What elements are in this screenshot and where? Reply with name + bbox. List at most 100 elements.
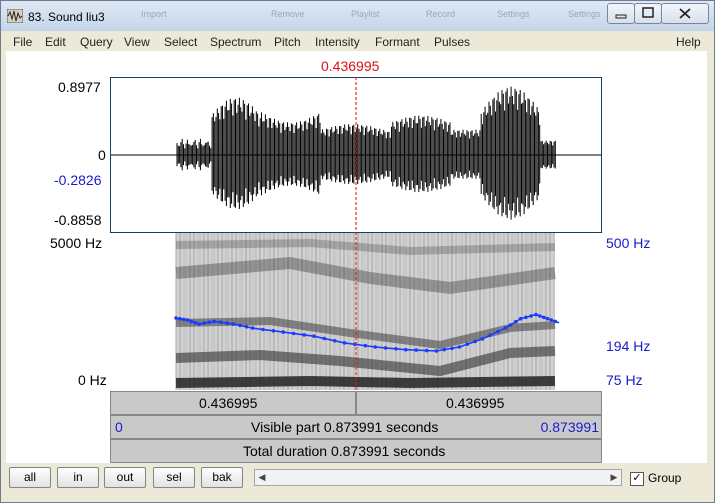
menu-edit[interactable]: Edit	[45, 35, 66, 49]
pitch-point	[185, 318, 190, 322]
menu-pitch[interactable]: Pitch	[274, 35, 301, 49]
pitch-point	[250, 326, 255, 330]
pitch-point	[549, 318, 554, 322]
visible-end: 0.873991	[540, 419, 599, 435]
pitch-point	[488, 333, 493, 337]
maximize-icon	[642, 7, 654, 18]
visible-part-text: Visible part 0.873991 seconds	[251, 419, 439, 435]
menu-intensity[interactable]: Intensity	[315, 35, 360, 49]
menu-file[interactable]: File	[13, 35, 32, 49]
ghost-title-5: Settings	[497, 9, 530, 19]
pitch-point	[291, 331, 296, 336]
pitch-point	[529, 314, 533, 318]
pitch-point	[404, 347, 408, 352]
menu-help[interactable]: Help	[676, 35, 701, 49]
pitch-point	[189, 319, 194, 324]
close-button[interactable]	[661, 3, 709, 24]
scroll-right-icon[interactable]: ▶	[607, 470, 621, 485]
pitch-point	[231, 322, 236, 326]
visible-part-bar[interactable]: 0 Visible part 0.873991 seconds 0.873991	[110, 415, 602, 439]
zoom-back-button[interactable]: bak	[201, 467, 243, 488]
pitch-point	[496, 329, 500, 334]
pitch-point	[424, 348, 429, 353]
pitch-point	[212, 319, 217, 324]
menu-pulses[interactable]: Pulses	[434, 35, 470, 49]
ghost-title-1: Import	[141, 9, 167, 19]
pitch-point	[450, 346, 454, 351]
spectrogram-freq-top-label: 5000 Hz	[50, 235, 103, 251]
maximize-button[interactable]	[634, 3, 662, 24]
waveform-trace	[176, 86, 556, 220]
pitch-point	[197, 322, 201, 326]
pitch-point	[473, 339, 477, 344]
pitch-point	[503, 326, 508, 330]
pitch-point	[271, 329, 276, 333]
pitch-point	[480, 337, 485, 341]
pitch-point	[514, 319, 518, 324]
visible-start: 0	[115, 419, 123, 435]
group-checkbox[interactable]: ✓	[630, 472, 644, 486]
pitch-value-label: 194 Hz	[606, 338, 651, 354]
zoom-sel-button[interactable]: sel	[153, 467, 195, 488]
time-bar-left[interactable]: 0.436995	[110, 391, 356, 415]
time-bar-left-text: 0.436995	[199, 395, 258, 411]
pitch-point	[182, 317, 186, 322]
praat-app-icon	[7, 9, 23, 23]
zoom-all-button[interactable]: all	[9, 467, 51, 488]
menu-view[interactable]: View	[124, 35, 150, 49]
group-label: Group	[648, 471, 682, 485]
minimize-button[interactable]	[607, 3, 635, 24]
pitch-point	[508, 323, 513, 327]
pitch-point	[207, 320, 212, 324]
pitch-point	[457, 345, 462, 349]
pitch-point	[442, 347, 447, 352]
pitch-point	[553, 319, 558, 324]
pitch-point	[312, 334, 316, 338]
pitch-point	[373, 345, 378, 349]
pitch-point	[524, 315, 528, 320]
pitch-point	[174, 316, 178, 320]
wave-cursor-value-label: -0.2826	[54, 172, 102, 188]
pitch-point	[383, 346, 388, 350]
ghost-title-2: Remove	[271, 9, 305, 19]
zoom-in-button[interactable]: in	[57, 467, 99, 488]
pitch-point	[244, 325, 249, 329]
menu-select[interactable]: Select	[164, 35, 197, 49]
menu-query[interactable]: Query	[80, 35, 113, 49]
pitch-point	[534, 312, 538, 317]
wave-ymax-label: 0.8977	[58, 79, 101, 95]
ghost-title-4: Record	[426, 9, 456, 19]
minimize-icon	[615, 14, 627, 19]
pitch-point	[332, 339, 337, 343]
pitch-point	[225, 321, 230, 325]
wave-zero-label: 0	[98, 147, 106, 163]
pitch-point	[178, 316, 182, 321]
menu-spectrum[interactable]: Spectrum	[210, 35, 261, 49]
pitch-point	[434, 349, 439, 353]
menu-bar: File Edit Query View Select Spectrum Pit…	[7, 32, 708, 52]
pitch-point	[545, 316, 550, 321]
pitch-point	[219, 320, 223, 325]
close-icon	[679, 8, 691, 19]
zoom-out-button[interactable]: out	[104, 467, 146, 488]
bottom-toolbar: all in out sel bak ◀ ▶ ✓ Group	[6, 463, 707, 493]
spectrogram-freq-bottom-label: 0 Hz	[78, 372, 107, 388]
pitch-point	[414, 348, 419, 352]
pitch-bottom-label: 75 Hz	[606, 372, 643, 388]
time-bar-right-text: 0.436995	[446, 395, 505, 411]
pitch-point	[302, 333, 306, 337]
menu-formant[interactable]: Formant	[375, 35, 420, 49]
total-duration-text: Total duration 0.873991 seconds	[243, 443, 446, 459]
pitch-point	[238, 323, 242, 328]
window-title: 83. Sound liu3	[28, 10, 105, 24]
pitch-point	[261, 327, 265, 332]
horizontal-scrollbar[interactable]: ◀ ▶	[254, 469, 622, 486]
total-duration-bar[interactable]: Total duration 0.873991 seconds	[110, 439, 602, 463]
title-bar: 83. Sound liu3 Import Remove Playlist Re…	[1, 1, 714, 31]
pitch-top-label: 500 Hz	[606, 235, 651, 251]
cursor-line	[355, 77, 357, 390]
pitch-point	[538, 314, 542, 318]
scroll-left-icon[interactable]: ◀	[255, 470, 269, 485]
time-bar-right[interactable]: 0.436995	[356, 391, 602, 415]
pitch-point	[281, 330, 285, 334]
